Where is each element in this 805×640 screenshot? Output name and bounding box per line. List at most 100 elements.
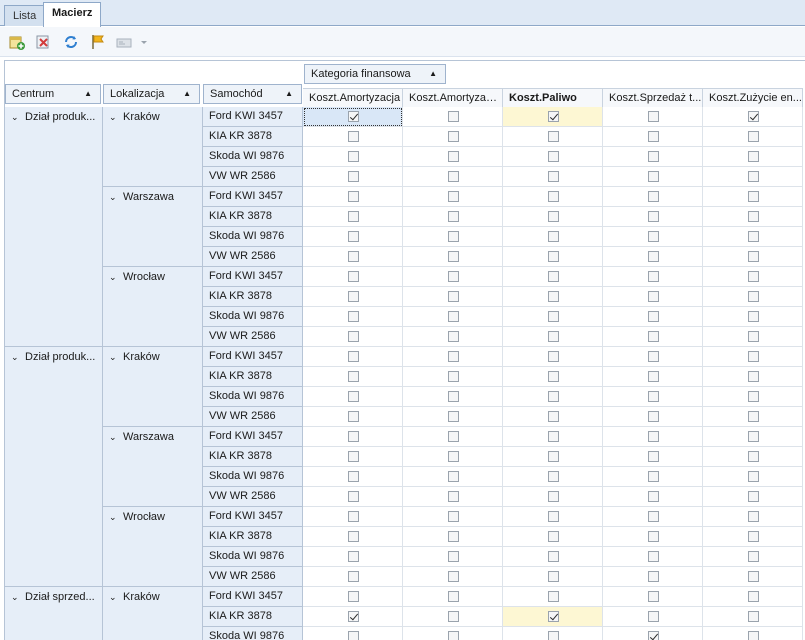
checkbox[interactable] xyxy=(347,410,359,422)
column-area-header[interactable]: Kategoria finansowa ▲ xyxy=(304,64,446,84)
matrix-cell[interactable] xyxy=(703,587,803,607)
checkbox[interactable] xyxy=(347,310,359,322)
checkbox[interactable] xyxy=(347,130,359,142)
checkbox[interactable] xyxy=(647,570,659,582)
checkbox[interactable] xyxy=(447,270,459,282)
checkbox[interactable] xyxy=(347,470,359,482)
checkbox[interactable] xyxy=(547,250,559,262)
checkbox[interactable] xyxy=(747,150,759,162)
chevron-down-icon[interactable]: ⌄ xyxy=(109,112,119,123)
checkbox[interactable] xyxy=(447,210,459,222)
matrix-cell[interactable] xyxy=(703,447,803,467)
checkbox[interactable] xyxy=(547,410,559,422)
checkbox[interactable] xyxy=(547,630,559,640)
matrix-cell[interactable] xyxy=(303,567,403,587)
matrix-cell[interactable] xyxy=(703,287,803,307)
matrix-cell[interactable] xyxy=(503,327,603,347)
car-cell[interactable]: VW WR 2586 xyxy=(203,487,303,507)
matrix-cell[interactable] xyxy=(303,107,403,127)
row-header-1[interactable]: Centrum ▲ xyxy=(5,84,101,104)
matrix-cell[interactable] xyxy=(603,167,703,187)
matrix-cell[interactable] xyxy=(703,407,803,427)
centrum-group-cell[interactable]: ⌄ Dział sprzed... xyxy=(5,587,103,640)
column-header[interactable]: Koszt.Sprzedaż t... xyxy=(603,88,703,108)
car-cell[interactable]: KIA KR 3878 xyxy=(203,207,303,227)
checkbox[interactable] xyxy=(747,530,759,542)
matrix-cell[interactable] xyxy=(703,167,803,187)
car-cell[interactable]: Ford KWI 3457 xyxy=(203,507,303,527)
matrix-cell[interactable] xyxy=(503,547,603,567)
checkbox[interactable] xyxy=(547,550,559,562)
matrix-cell[interactable] xyxy=(503,507,603,527)
matrix-cell[interactable] xyxy=(703,487,803,507)
checkbox[interactable] xyxy=(647,630,659,640)
matrix-cell[interactable] xyxy=(303,507,403,527)
matrix-cell[interactable] xyxy=(403,267,503,287)
matrix-cell[interactable] xyxy=(603,107,703,127)
matrix-cell[interactable] xyxy=(603,627,703,640)
car-cell[interactable]: VW WR 2586 xyxy=(203,567,303,587)
checkbox[interactable] xyxy=(647,590,659,602)
car-cell[interactable]: KIA KR 3878 xyxy=(203,447,303,467)
checkbox[interactable] xyxy=(347,150,359,162)
matrix-cell[interactable] xyxy=(603,287,703,307)
chevron-down-icon[interactable]: ⌄ xyxy=(109,512,119,523)
car-cell[interactable]: Skoda WI 9876 xyxy=(203,467,303,487)
matrix-cell[interactable] xyxy=(703,627,803,640)
matrix-cell[interactable] xyxy=(303,247,403,267)
car-cell[interactable]: VW WR 2586 xyxy=(203,167,303,187)
chevron-down-icon[interactable]: ⌄ xyxy=(109,592,119,603)
checkbox[interactable] xyxy=(647,290,659,302)
matrix-cell[interactable] xyxy=(603,567,703,587)
checkbox[interactable] xyxy=(447,110,459,122)
car-cell[interactable]: KIA KR 3878 xyxy=(203,527,303,547)
delete-icon[interactable] xyxy=(34,33,52,51)
matrix-cell[interactable] xyxy=(703,607,803,627)
checkbox[interactable] xyxy=(347,550,359,562)
checkbox[interactable] xyxy=(747,270,759,282)
matrix-cell[interactable] xyxy=(703,527,803,547)
matrix-cell[interactable] xyxy=(403,527,503,547)
checkbox[interactable] xyxy=(447,190,459,202)
checkbox[interactable] xyxy=(447,490,459,502)
matrix-cell[interactable] xyxy=(403,227,503,247)
row-header-2[interactable]: Lokalizacja ▲ xyxy=(103,84,200,104)
checkbox[interactable] xyxy=(447,470,459,482)
checkbox[interactable] xyxy=(347,530,359,542)
checkbox[interactable] xyxy=(547,450,559,462)
checkbox[interactable] xyxy=(747,190,759,202)
checkbox[interactable] xyxy=(447,550,459,562)
chevron-down-icon[interactable]: ⌄ xyxy=(109,432,119,443)
checkbox[interactable] xyxy=(447,630,459,640)
checkbox[interactable] xyxy=(747,310,759,322)
matrix-cell[interactable] xyxy=(303,447,403,467)
checkbox[interactable] xyxy=(647,210,659,222)
checkbox[interactable] xyxy=(747,390,759,402)
matrix-cell[interactable] xyxy=(303,127,403,147)
matrix-cell[interactable] xyxy=(603,247,703,267)
matrix-cell[interactable] xyxy=(403,147,503,167)
checkbox[interactable] xyxy=(747,290,759,302)
matrix-cell[interactable] xyxy=(403,247,503,267)
column-header[interactable]: Koszt.Zużycie en... xyxy=(703,88,803,108)
matrix-cell[interactable] xyxy=(303,607,403,627)
matrix-cell[interactable] xyxy=(503,407,603,427)
chevron-down-icon[interactable]: ⌄ xyxy=(11,592,21,603)
checkbox[interactable] xyxy=(347,110,359,122)
car-cell[interactable]: Skoda WI 9876 xyxy=(203,547,303,567)
matrix-cell[interactable] xyxy=(403,567,503,587)
matrix-cell[interactable] xyxy=(403,447,503,467)
checkbox[interactable] xyxy=(747,330,759,342)
checkbox[interactable] xyxy=(547,390,559,402)
car-cell[interactable]: KIA KR 3878 xyxy=(203,607,303,627)
column-header[interactable]: Koszt.Amortyzacja xyxy=(303,88,403,108)
checkbox[interactable] xyxy=(547,270,559,282)
chevron-down-icon[interactable]: ⌄ xyxy=(109,352,119,363)
checkbox[interactable] xyxy=(347,250,359,262)
checkbox[interactable] xyxy=(547,330,559,342)
centrum-group-cell[interactable]: ⌄ Dział produk... xyxy=(5,107,103,347)
matrix-cell[interactable] xyxy=(703,207,803,227)
matrix-cell[interactable] xyxy=(303,147,403,167)
location-group-cell[interactable]: ⌄ Kraków xyxy=(103,347,203,427)
matrix-cell[interactable] xyxy=(603,587,703,607)
